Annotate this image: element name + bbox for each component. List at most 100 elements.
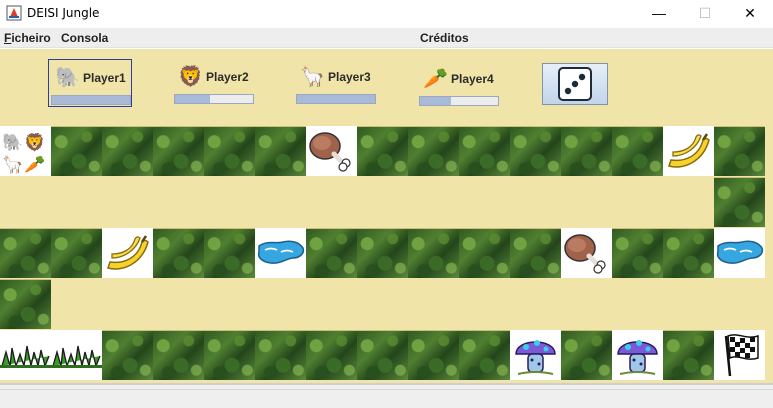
status-bar — [0, 383, 773, 408]
banana-icon — [668, 133, 710, 168]
carrot-icon: 🥕 — [423, 68, 448, 90]
game-panel: 🐘 Player1 🦁 Player2 🦙 Player3 🥕 Player4 — [0, 49, 773, 383]
board-tile-jungle — [51, 228, 102, 278]
energy-bar — [419, 96, 499, 106]
menu-bar: Ficheiro Consola Créditos — [0, 28, 773, 48]
menu-creditos[interactable]: Créditos — [420, 31, 469, 45]
board-tile-grass — [51, 330, 102, 380]
svg-text:🦁: 🦁 — [24, 132, 45, 153]
board-tile-finish — [714, 330, 765, 380]
board-tile-jungle — [510, 228, 561, 278]
board-tile-jungle — [714, 126, 765, 176]
board-tile-jungle — [510, 126, 561, 176]
board-tile-jungle — [357, 126, 408, 176]
meat-icon — [564, 234, 606, 274]
app-window: DEISI Jungle — ☐ ✕ Ficheiro Consola Créd… — [0, 0, 773, 408]
maximize-icon: ☐ — [698, 4, 712, 21]
maximize-button[interactable]: ☐ — [682, 0, 728, 26]
mushroom-icon — [617, 340, 658, 375]
player-4-card[interactable]: 🥕 Player4 — [417, 61, 501, 109]
energy-bar — [174, 94, 254, 104]
close-button[interactable]: ✕ — [727, 0, 773, 26]
lion-icon: 🦁 — [178, 66, 203, 88]
board-tile-mushroom — [612, 330, 663, 380]
finish-flag-icon — [724, 334, 759, 377]
close-icon: ✕ — [744, 4, 756, 21]
board-tile-jungle — [714, 177, 765, 227]
board-tile-mushroom — [510, 330, 561, 380]
board-tile-jungle — [306, 330, 357, 380]
board-tile-jungle — [408, 126, 459, 176]
energy-fill — [175, 95, 211, 103]
board-tile-jungle — [459, 126, 510, 176]
grass-icon — [51, 345, 102, 369]
board-tile-jungle — [561, 330, 612, 380]
player-2-card[interactable]: 🦁 Player2 — [172, 59, 256, 107]
board-tile-jungle — [204, 228, 255, 278]
llama-icon: 🦙 — [300, 66, 325, 88]
board-tile-meat — [561, 228, 612, 278]
board-tile-jungle — [357, 330, 408, 380]
svg-text:🐘: 🐘 — [2, 133, 23, 153]
minimize-button[interactable]: — — [636, 0, 682, 26]
player-tokens-icon: 🐘 🦁🦙 🥕 — [2, 132, 45, 175]
player-name: Player4 — [451, 72, 494, 86]
minimize-icon: — — [652, 5, 666, 21]
board-tile-jungle — [561, 126, 612, 176]
player-name: Player3 — [328, 70, 371, 84]
energy-fill — [52, 96, 130, 104]
board-tile-jungle — [204, 126, 255, 176]
board-tile-jungle — [459, 330, 510, 380]
board-tile-jungle — [408, 330, 459, 380]
board-tile-jungle — [357, 228, 408, 278]
board-tile-jungle — [459, 228, 510, 278]
board-tile-water — [714, 228, 765, 278]
mushroom-icon — [515, 340, 556, 375]
svg-text:🥕: 🥕 — [24, 155, 45, 175]
board-tile-jungle — [612, 228, 663, 278]
banana-icon — [107, 235, 149, 270]
roll-dice-button[interactable] — [542, 63, 608, 105]
player-3-card[interactable]: 🦙 Player3 — [294, 59, 378, 107]
board-tile-jungle — [102, 126, 153, 176]
board-tile-jungle — [153, 228, 204, 278]
board-tile-jungle — [0, 279, 51, 329]
java-app-icon — [6, 5, 22, 21]
board-tile-jungle — [0, 228, 51, 278]
svg-text:🦙: 🦙 — [2, 154, 23, 175]
board-tile-jungle — [153, 330, 204, 380]
board-tile-grass — [0, 330, 51, 380]
board-tile-jungle — [102, 330, 153, 380]
board-tile-jungle — [306, 228, 357, 278]
board-tile-banana — [102, 228, 153, 278]
energy-bar — [51, 95, 131, 105]
board-tile-jungle — [663, 330, 714, 380]
board-tile-jungle — [153, 126, 204, 176]
dice-icon — [558, 67, 592, 101]
board-tile-jungle — [255, 126, 306, 176]
water-icon — [257, 240, 305, 264]
player-name: Player1 — [83, 71, 126, 85]
board-tile-jungle — [51, 126, 102, 176]
board-tile-jungle — [255, 330, 306, 380]
grass-icon — [0, 345, 51, 369]
board-tile-jungle — [663, 228, 714, 278]
board-tile-jungle — [408, 228, 459, 278]
meat-icon — [309, 132, 351, 172]
player-1-card[interactable]: 🐘 Player1 — [48, 59, 132, 107]
menu-consola[interactable]: Consola — [61, 31, 108, 45]
board-tile-meat — [306, 126, 357, 176]
board-tile-jungle — [612, 126, 663, 176]
board-tile-water — [255, 228, 306, 278]
energy-fill — [420, 97, 452, 105]
elephant-icon: 🐘 — [55, 67, 80, 89]
title-bar: DEISI Jungle — ☐ ✕ — [0, 0, 773, 26]
energy-fill — [297, 95, 375, 103]
menu-ficheiro[interactable]: Ficheiro — [4, 31, 51, 45]
board-tile-banana — [663, 126, 714, 176]
player-name: Player2 — [206, 70, 249, 84]
energy-bar — [296, 94, 376, 104]
board-tile-players: 🐘 🦁 🦙 🥕 — [0, 126, 51, 176]
board-tile-jungle — [204, 330, 255, 380]
water-icon — [716, 240, 764, 264]
